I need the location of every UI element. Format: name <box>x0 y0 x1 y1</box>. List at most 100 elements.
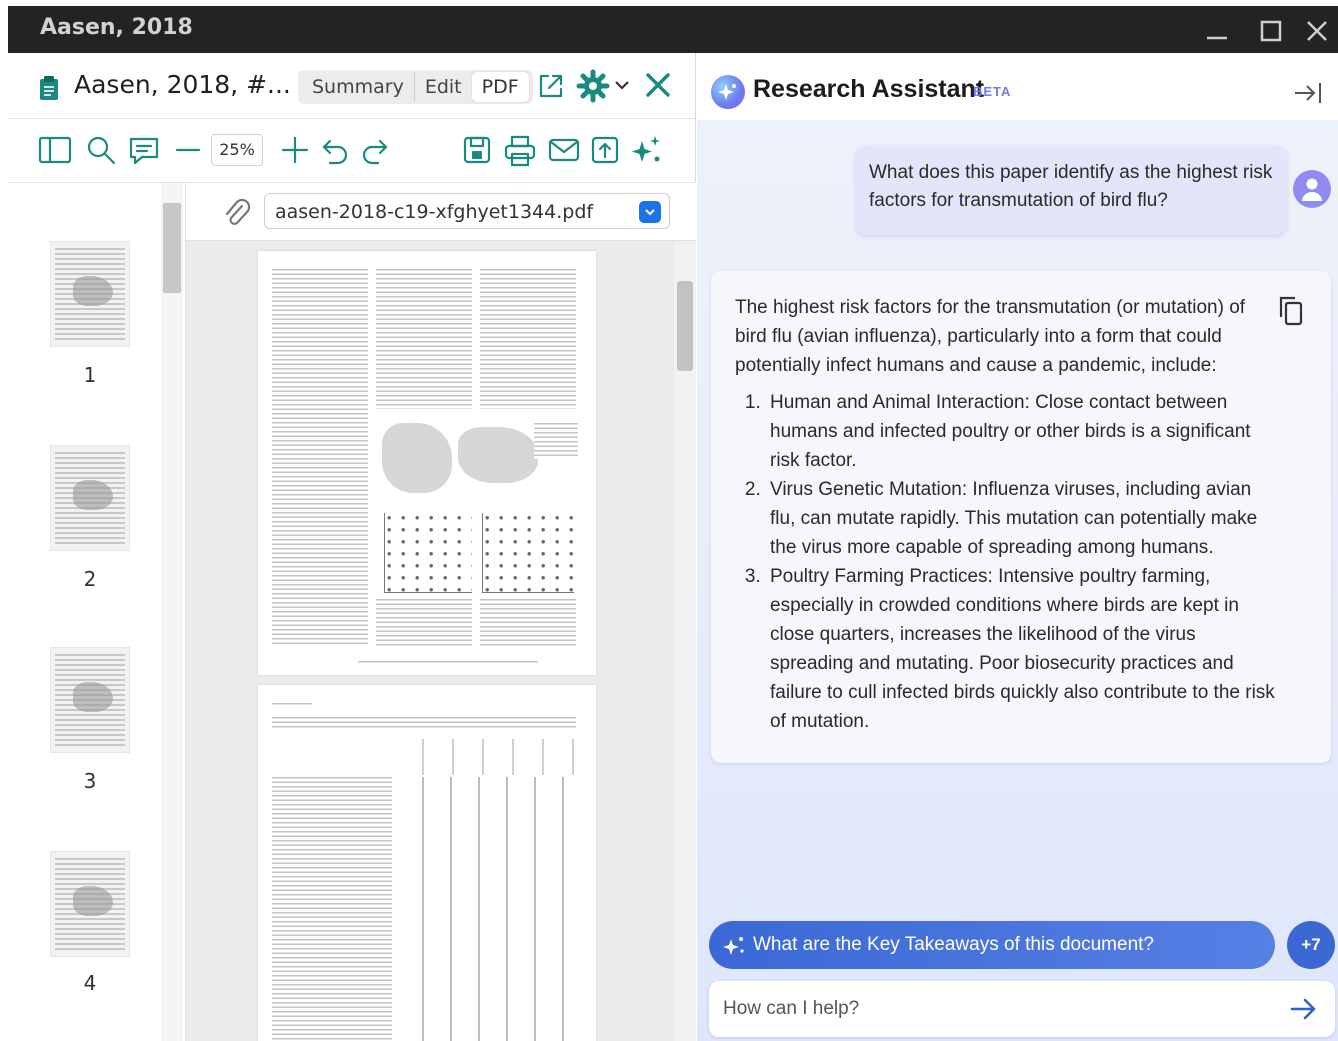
page-thumbnails: 1 2 3 4 <box>8 183 186 1041</box>
clipboard-icon <box>40 76 58 100</box>
beta-badge: BETA <box>973 84 1012 99</box>
close-icon <box>1307 21 1327 41</box>
close-document-button[interactable] <box>642 69 674 101</box>
pdf-viewer: aasen-2018-c19-xfghyet1344.pdf <box>186 183 696 1041</box>
page-thumbnail[interactable] <box>50 241 130 347</box>
undo-button[interactable] <box>320 135 350 165</box>
export-icon <box>591 136 619 164</box>
response-intro: The highest risk factors for the transmu… <box>735 297 1246 376</box>
chevron-down-icon <box>615 81 629 90</box>
document-pane: Aasen, 2018, #... Summary Edit PDF 25% 1… <box>8 53 696 1041</box>
copy-response-button[interactable] <box>1277 295 1305 336</box>
settings-button[interactable] <box>576 69 610 103</box>
zoom-level[interactable]: 25% <box>211 134 263 166</box>
open-external-button[interactable] <box>536 71 566 101</box>
zoom-out-button[interactable] <box>174 135 202 165</box>
zoom-in-icon <box>281 136 309 164</box>
sparkle-icon <box>632 136 660 162</box>
undo-icon <box>322 139 348 165</box>
ai-tools-button[interactable] <box>630 133 664 167</box>
attachment-button[interactable] <box>220 197 252 229</box>
gear-icon <box>576 69 610 103</box>
document-tab-bar: Aasen, 2018, #... Summary Edit PDF <box>8 53 696 119</box>
suggested-prompt-button[interactable]: What are the Key Takeaways of this docum… <box>709 921 1275 969</box>
chat-input[interactable] <box>723 993 1263 1025</box>
assistant-response: The highest risk factors for the transmu… <box>711 271 1331 763</box>
copy-icon <box>1279 296 1303 326</box>
sidebar-toggle-icon <box>38 136 72 164</box>
save-icon <box>463 136 491 164</box>
maximize-icon <box>1260 20 1282 42</box>
more-suggestions-button[interactable]: +7 <box>1287 921 1335 969</box>
print-button[interactable] <box>504 135 536 167</box>
tab-edit[interactable]: Edit <box>413 72 472 102</box>
thumbnail-scroll-thumb[interactable] <box>163 203 181 293</box>
window-title: Aasen, 2018 <box>40 15 193 40</box>
file-name: aasen-2018-c19-xfghyet1344.pdf <box>275 201 594 223</box>
chevron-down-icon <box>645 209 655 216</box>
user-icon <box>1302 178 1322 201</box>
zoom-in-button[interactable] <box>280 135 310 165</box>
paperclip-icon <box>225 198 251 225</box>
response-list-item: Poultry Farming Practices: Intensive pou… <box>766 562 1281 736</box>
send-arrow-icon <box>1290 998 1316 1020</box>
mail-icon <box>548 138 580 162</box>
file-selector[interactable]: aasen-2018-c19-xfghyet1344.pdf <box>264 193 670 229</box>
page-thumbnail[interactable] <box>50 445 130 551</box>
thumbnail-scrollbar[interactable] <box>161 183 183 1041</box>
tab-pdf[interactable]: PDF <box>471 72 529 102</box>
viewer-scrollbar[interactable] <box>674 241 696 1041</box>
redo-button[interactable] <box>360 135 390 165</box>
redo-icon <box>362 139 388 165</box>
page-thumbnail[interactable] <box>50 647 130 753</box>
response-list: Human and Animal Interaction: Close cont… <box>735 388 1281 736</box>
external-link-icon <box>539 74 563 98</box>
assistant-title: Research Assistant <box>753 75 985 103</box>
file-dropdown-button[interactable] <box>639 201 661 223</box>
email-button[interactable] <box>548 135 580 165</box>
file-bar: aasen-2018-c19-xfghyet1344.pdf <box>186 183 696 241</box>
toggle-sidebar-button[interactable] <box>38 135 72 165</box>
sparkle-icon <box>723 937 744 955</box>
settings-dropdown-button[interactable] <box>612 75 632 95</box>
chat-input-box <box>709 981 1335 1037</box>
comment-button[interactable] <box>128 135 160 167</box>
print-icon <box>504 135 536 167</box>
collapse-panel-icon <box>1295 83 1321 103</box>
close-icon <box>646 73 670 97</box>
thumbnail-page-number: 3 <box>83 769 97 793</box>
response-list-item: Virus Genetic Mutation: Influenza viruse… <box>766 475 1281 562</box>
page-thumbnail[interactable] <box>50 851 130 957</box>
search-button[interactable] <box>86 135 116 165</box>
thumbnail-page-number: 1 <box>83 363 97 387</box>
search-icon <box>87 136 116 165</box>
title-bar: Aasen, 2018 <box>8 6 1338 53</box>
document-title: Aasen, 2018, #... <box>74 70 291 99</box>
tab-summary[interactable]: Summary <box>302 72 414 102</box>
response-list-item: Human and Animal Interaction: Close cont… <box>766 388 1281 475</box>
user-avatar <box>1293 170 1331 208</box>
maximize-button[interactable] <box>1254 14 1288 48</box>
pdf-page-2[interactable] <box>258 685 596 1041</box>
assistant-header: Research Assistant BETA <box>697 53 1338 120</box>
send-button[interactable] <box>1289 996 1319 1027</box>
assistant-logo <box>711 75 745 109</box>
app-window: Aasen, 2018 Aasen, 2018, #... Summary Ed… <box>8 6 1338 1041</box>
thumbnail-page-number: 4 <box>83 971 97 995</box>
comment-icon <box>129 137 159 165</box>
thumbnail-page-number: 2 <box>83 567 97 591</box>
viewer-scroll-thumb[interactable] <box>677 281 693 371</box>
save-button[interactable] <box>462 135 492 165</box>
zoom-out-icon <box>175 148 201 152</box>
suggested-prompt-label: What are the Key Takeaways of this docum… <box>753 934 1154 955</box>
user-message: What does this paper identify as the hig… <box>855 145 1287 235</box>
research-assistant-panel: Research Assistant BETA What does this p… <box>697 53 1338 1041</box>
minimize-button[interactable] <box>1200 14 1234 48</box>
export-button[interactable] <box>590 135 620 165</box>
pdf-toolbar: 25% <box>8 119 696 183</box>
close-window-button[interactable] <box>1300 14 1334 48</box>
collapse-panel-button[interactable] <box>1292 79 1324 112</box>
sparkle-icon <box>718 84 736 100</box>
pdf-page-1[interactable] <box>258 251 596 675</box>
minimize-icon <box>1207 36 1227 40</box>
